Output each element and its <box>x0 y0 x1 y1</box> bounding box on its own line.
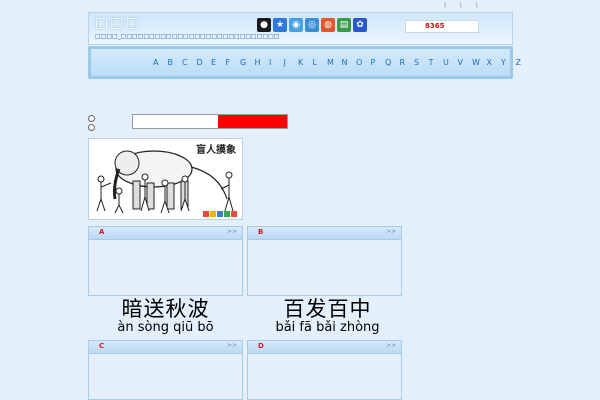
site-logo[interactable]: □□□ <box>95 15 141 31</box>
alphabet-letter-w[interactable]: W <box>472 58 487 67</box>
panel-a: A >> <box>88 226 243 296</box>
idiom-2-hanzi: 百发百中 <box>283 297 372 321</box>
panel-a-header: A >> <box>89 227 242 240</box>
site-header: □□□ □□□□_□□□□□□□□□□□□□□□□□□□□□□□□□□□□ ● … <box>88 12 513 45</box>
progress-fill <box>217 115 287 128</box>
alphabet-letter-q[interactable]: Q <box>385 58 400 67</box>
alphabet-letter-l[interactable]: L <box>313 58 328 67</box>
alphabet-letter-n[interactable]: N <box>342 58 357 67</box>
alphabet-letter-r[interactable]: R <box>400 58 415 67</box>
elephant-illustration <box>96 150 237 217</box>
panel-c-header: C >> <box>89 341 242 354</box>
alphabet-letter-c[interactable]: C <box>182 58 197 67</box>
alphabet-letter-b[interactable]: B <box>168 58 183 67</box>
book-icon[interactable]: ▤ <box>337 18 351 32</box>
panel-c: C >> <box>88 340 243 400</box>
panel-b-header: B >> <box>248 227 401 240</box>
idiom-2-pinyin: bǎi fā bǎi zhòng <box>275 320 380 335</box>
panel-a-more-link[interactable]: >> <box>227 228 237 235</box>
alphabet-letter-a[interactable]: A <box>153 58 168 67</box>
idiom-image-2[interactable]: 百发百中 bǎi fā bǎi zhòng <box>250 298 405 336</box>
site-tagline: □□□□_□□□□□□□□□□□□□□□□□□□□□□□□□□□□ <box>95 33 280 40</box>
alphabet-letter-u[interactable]: U <box>443 58 458 67</box>
panel-a-title[interactable]: A <box>99 228 104 236</box>
star-icon[interactable]: ★ <box>273 18 287 32</box>
alphabet-letter-x[interactable]: X <box>487 58 502 67</box>
baidu-icon[interactable]: ✿ <box>353 18 367 32</box>
share-icon[interactable]: ◉ <box>289 18 303 32</box>
alphabet-letter-y[interactable]: Y <box>501 58 516 67</box>
share-icon-bar: ● ★ ◉ ◎ ◍ ▤ ✿ <box>257 18 367 32</box>
weibo-icon[interactable]: ◍ <box>321 18 335 32</box>
panel-d-header: D >> <box>248 341 401 354</box>
idiom-image-1[interactable]: 暗送秋波 àn sòng qiū bō <box>88 298 243 336</box>
radio-option-2[interactable] <box>88 124 95 131</box>
idiom-1-pinyin: àn sòng qiū bō <box>117 320 214 335</box>
progress-bar <box>132 114 288 129</box>
circle-icon[interactable]: ◎ <box>305 18 319 32</box>
panel-c-title[interactable]: C <box>99 342 104 350</box>
alphabet-letter-z[interactable]: Z <box>516 58 531 67</box>
panel-b: B >> <box>247 226 402 296</box>
alphabet-letter-h[interactable]: H <box>255 58 270 67</box>
alphabet-letter-o[interactable]: O <box>356 58 371 67</box>
alphabet-letter-v[interactable]: V <box>458 58 473 67</box>
radio-option-1[interactable] <box>88 115 95 122</box>
alphabet-letter-j[interactable]: J <box>284 58 299 67</box>
alphabet-letter-k[interactable]: K <box>298 58 313 67</box>
alphabet-letter-s[interactable]: S <box>414 58 429 67</box>
idiom-1-hanzi: 暗送秋波 <box>121 297 210 321</box>
panel-d: D >> <box>247 340 402 400</box>
alphabet-letter-d[interactable]: D <box>197 58 212 67</box>
panel-d-more-link[interactable]: >> <box>386 342 396 349</box>
alphabet-letters: ABCDEFGHIJKLMNOPQRSTUVWXYZ <box>153 58 530 67</box>
alphabet-letter-f[interactable]: F <box>226 58 241 67</box>
top-links[interactable]: | | | <box>444 2 484 9</box>
search-input[interactable]: 8365 <box>405 20 479 33</box>
alphabet-nav: ABCDEFGHIJKLMNOPQRSTUVWXYZ <box>88 46 521 79</box>
panel-b-more-link[interactable]: >> <box>386 228 396 235</box>
panel-d-title[interactable]: D <box>258 342 264 350</box>
alphabet-letter-t[interactable]: T <box>429 58 444 67</box>
panel-c-more-link[interactable]: >> <box>227 342 237 349</box>
featured-idiom-image[interactable]: 盲人摸象 <box>88 138 243 220</box>
alphabet-letter-p[interactable]: P <box>371 58 386 67</box>
qq-icon[interactable]: ● <box>257 18 271 32</box>
alphabet-letter-g[interactable]: G <box>240 58 255 67</box>
alphabet-letter-e[interactable]: E <box>211 58 226 67</box>
alphabet-letter-i[interactable]: I <box>269 58 284 67</box>
panel-b-title[interactable]: B <box>258 228 263 236</box>
alphabet-letter-m[interactable]: M <box>327 58 342 67</box>
